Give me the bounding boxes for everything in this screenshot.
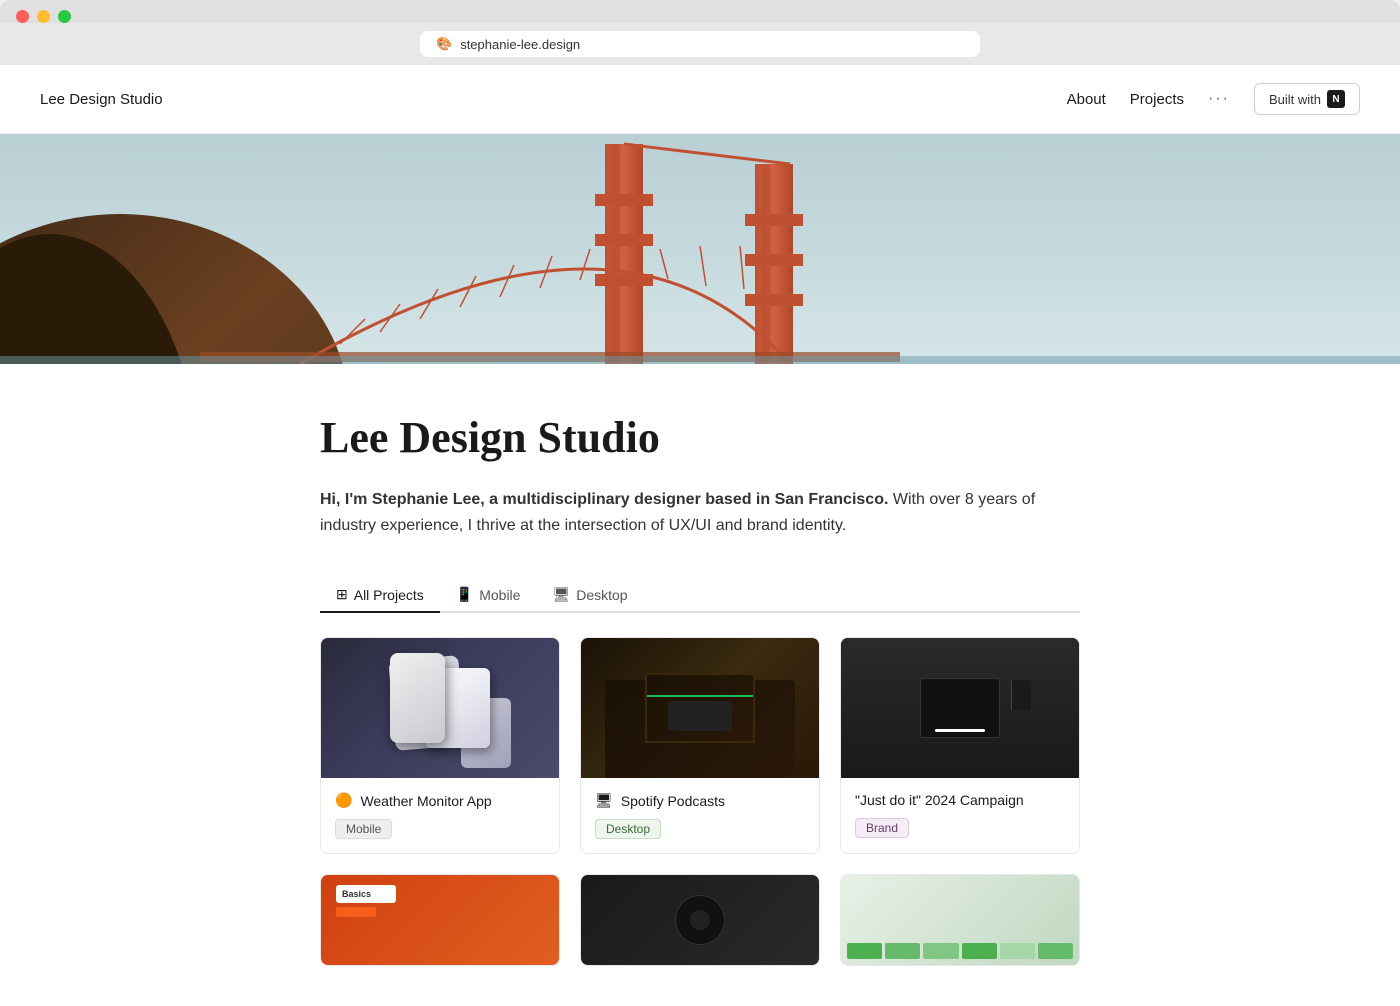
page-title: Lee Design Studio (320, 412, 1080, 463)
address-bar[interactable]: 🎨 stephanie-lee.design (420, 31, 980, 57)
maximize-button[interactable] (58, 10, 71, 23)
mobile-icon: 📱 (456, 586, 473, 603)
built-with-label: Built with (1269, 92, 1321, 107)
project-card-row2-3[interactable] (840, 874, 1080, 966)
project-image-row2-1: Basics (321, 875, 559, 965)
project-tag-spotify: Desktop (595, 819, 661, 839)
project-info-spotify: 🖥 Spotify Podcasts Desktop (581, 778, 819, 853)
nav-projects[interactable]: Projects (1130, 91, 1184, 108)
close-button[interactable] (16, 10, 29, 23)
main-content: Lee Design Studio Hi, I'm Stephanie Lee,… (300, 364, 1100, 1006)
filter-tabs: ⊞ All Projects 📱 Mobile 🖥 Desktop (320, 578, 1080, 613)
top-nav: Lee Design Studio About Projects ··· Bui… (0, 65, 1400, 134)
page-description: Hi, I'm Stephanie Lee, a multidisciplina… (320, 487, 1080, 538)
tab-mobile-label: Mobile (479, 587, 520, 603)
project-card-nike[interactable]: "Just do it" 2024 Campaign Brand (840, 637, 1080, 854)
nav-right: About Projects ··· Built with N (1067, 83, 1360, 115)
notion-icon: N (1327, 90, 1345, 108)
all-projects-icon: ⊞ (336, 586, 348, 603)
nav-about[interactable]: About (1067, 91, 1106, 108)
favicon-icon: 🎨 (436, 36, 452, 52)
desktop-icon: 🖥 (552, 586, 570, 603)
project-card-spotify[interactable]: 🖥 Spotify Podcasts Desktop (580, 637, 820, 854)
project-card-weather[interactable]: 🟠 Weather Monitor App Mobile (320, 637, 560, 854)
project-info-weather: 🟠 Weather Monitor App Mobile (321, 778, 559, 853)
tab-mobile[interactable]: 📱 Mobile (440, 578, 537, 613)
project-name-nike: "Just do it" 2024 Campaign (855, 792, 1065, 808)
project-image-spotify (581, 638, 819, 778)
tab-all-projects[interactable]: ⊞ All Projects (320, 578, 440, 613)
project-card-row2-1[interactable]: Basics (320, 874, 560, 966)
minimize-button[interactable] (37, 10, 50, 23)
projects-grid: 🟠 Weather Monitor App Mobile (320, 637, 1080, 1006)
description-bold: Hi, I'm Stephanie Lee, a multidisciplina… (320, 491, 888, 508)
url-text: stephanie-lee.design (460, 37, 580, 52)
bridge-svg (0, 134, 1400, 364)
project-name-spotify: 🖥 Spotify Podcasts (595, 792, 805, 809)
project-name-weather: 🟠 Weather Monitor App (335, 792, 545, 809)
browser-window: 🎨 stephanie-lee.design Lee Design Studio… (0, 0, 1400, 1006)
nav-more-dots[interactable]: ··· (1208, 90, 1230, 108)
hero-image (0, 134, 1400, 364)
tab-desktop[interactable]: 🖥 Desktop (536, 578, 643, 613)
page-content: Lee Design Studio About Projects ··· Bui… (0, 65, 1400, 1006)
project-image-row2-2 (581, 875, 819, 965)
project-image-row2-3 (841, 875, 1079, 965)
site-logo[interactable]: Lee Design Studio (40, 91, 163, 108)
tab-all-label: All Projects (354, 587, 424, 603)
project-tag-weather: Mobile (335, 819, 392, 839)
project-tag-nike: Brand (855, 818, 909, 838)
project-info-nike: "Just do it" 2024 Campaign Brand (841, 778, 1079, 852)
built-with-button[interactable]: Built with N (1254, 83, 1360, 115)
tab-desktop-label: Desktop (576, 587, 627, 603)
address-bar-row: 🎨 stephanie-lee.design (0, 23, 1400, 65)
project-card-row2-2[interactable] (580, 874, 820, 966)
project-image-nike (841, 638, 1079, 778)
project-image-weather (321, 638, 559, 778)
